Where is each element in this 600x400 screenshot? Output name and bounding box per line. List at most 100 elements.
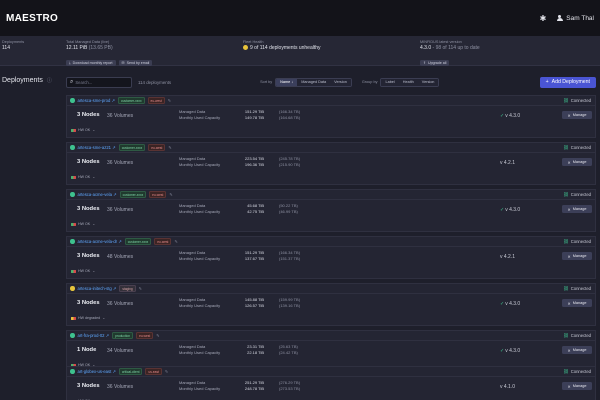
link-icon: ⛓	[563, 368, 569, 374]
upgrade-all-button[interactable]: ⇪ Upgrade all	[420, 60, 450, 66]
edit-tags-icon[interactable]: ✎	[156, 333, 159, 338]
manage-button[interactable]: ✕ Manage	[562, 205, 592, 213]
deployment-tag[interactable]: eu-west	[154, 238, 172, 245]
group-option-health[interactable]: Health	[398, 78, 418, 86]
hardware-flag-icon	[71, 269, 76, 273]
volume-count: 34 Volumes	[107, 347, 134, 354]
card-body: 3 Nodes 36 Volumes Managed Data Monthly Use…	[67, 377, 595, 397]
node-count: 3 Nodes	[77, 206, 100, 212]
check-icon: ✓	[500, 112, 505, 119]
hardware-status[interactable]: HW OK⌄	[71, 222, 95, 226]
hardware-status[interactable]: HW OK⌄	[71, 175, 95, 179]
deployment-tag[interactable]: customer-xxxx	[118, 144, 146, 151]
manage-label: Manage	[572, 384, 587, 388]
connection-status-text: Connected	[570, 286, 591, 291]
sort-option-managed-data[interactable]: Managed Data	[297, 78, 331, 86]
manage-button[interactable]: ✕ Manage	[562, 158, 592, 166]
version-badge: v 4.2.1	[500, 160, 515, 166]
manage-button[interactable]: ✕ Manage	[562, 299, 592, 307]
deployment-name-link[interactable]: artesca-initech-stg ↗	[78, 286, 117, 291]
deployment-tag[interactable]: eu-west	[147, 97, 165, 104]
node-count: 3 Nodes	[77, 383, 100, 389]
manage-button[interactable]: ✕ Manage	[562, 382, 592, 390]
deployment-tag[interactable]: production	[112, 332, 134, 339]
metric-labels: Managed Data Monthly Used Capacity	[179, 380, 220, 392]
edit-tags-icon[interactable]: ✎	[168, 98, 171, 103]
send-email-button[interactable]: ✉ Send by email	[118, 60, 153, 66]
capacity-tb: (151.37 TB)	[279, 256, 301, 261]
sort-option-version[interactable]: Version	[330, 78, 351, 86]
stat-latest-version: MINFIDUS latest version 4.3.0 - 98 of 11…	[420, 40, 480, 69]
card-header: art-fra-prod-02 ↗ production eu-west ✎ ⛓ Conn…	[67, 331, 595, 341]
volume-count: 36 Volumes	[107, 206, 134, 213]
connection-status-text: Connected	[570, 145, 591, 150]
group-option-label[interactable]: Label	[381, 78, 399, 86]
search-icon: ⌕	[70, 78, 74, 85]
deployment-name-link[interactable]: art-fra-prod-02 ↗	[78, 333, 110, 338]
user-menu[interactable]: Sam Thal	[556, 14, 594, 22]
metric-values: 251.29 TiB 248.78 TiB	[234, 380, 264, 392]
metric-values-tb: (276.29 TB) (273.53 TB)	[279, 380, 300, 392]
edit-tags-icon[interactable]: ✎	[165, 369, 168, 374]
manage-label: Manage	[572, 160, 587, 164]
deployment-tag[interactable]: us-east	[145, 368, 162, 375]
connection-status-text: Connected	[570, 192, 591, 197]
deployment-tag[interactable]: customer-xxxx	[118, 97, 145, 104]
search-input[interactable]	[75, 79, 128, 85]
metric-values-tb: (166.34 TB) (151.37 TB)	[279, 250, 300, 262]
deployment-name-link[interactable]: art-globex-us-east ↗	[78, 369, 116, 374]
capacity-value: 248.78 TiB	[244, 386, 264, 391]
edit-tags-icon[interactable]: ✎	[169, 192, 172, 197]
add-deployment-button[interactable]: + Add Deployment	[539, 76, 596, 88]
stat-managed-data: Total Managed Data (live) 12.11 PiB (13.…	[66, 40, 155, 69]
warning-icon	[243, 45, 248, 51]
wrench-icon: ✕	[567, 160, 571, 165]
edit-tags-icon[interactable]: ✎	[139, 286, 142, 291]
hardware-status[interactable]: HW degraded ⌄	[71, 316, 105, 320]
deployment-tag[interactable]: staging	[119, 285, 136, 292]
gear-icon[interactable]: ✱	[540, 14, 547, 23]
deployment-tag[interactable]: eu-west	[149, 191, 167, 198]
edit-tags-icon[interactable]: ✎	[174, 239, 177, 244]
edit-tags-icon[interactable]: ✎	[168, 145, 171, 150]
download-report-button[interactable]: ⤓ Download monthly report	[66, 60, 116, 66]
metric-values: 223.54 TiB 196.36 TiB	[234, 156, 264, 168]
capacity-tb: (164.68 TB)	[279, 115, 301, 120]
node-count: 3 Nodes	[77, 300, 100, 306]
capacity-tb: (139.16 TB)	[279, 303, 301, 308]
add-deployment-label: Add Deployment	[551, 79, 590, 85]
hardware-status[interactable]: HW OK⌄	[71, 269, 95, 273]
status-dot	[70, 98, 75, 103]
version-badge: ✓v 4.3.0	[500, 301, 520, 307]
connection-status: ⛓ Connected	[563, 192, 591, 198]
deployment-tag[interactable]: customer-xxxx	[119, 191, 147, 198]
volume-count: 36 Volumes	[107, 300, 134, 307]
download-report-label: Download monthly report	[72, 61, 113, 65]
metric-labels: Managed Data Monthly Used Capacity	[179, 203, 220, 215]
group-option-version[interactable]: Version	[417, 78, 439, 86]
manage-button[interactable]: ✕ Manage	[562, 111, 592, 119]
top-bar: MAESTRO ✱ Sam Thal	[0, 0, 600, 36]
manage-button[interactable]: ✕ Manage	[562, 252, 592, 260]
search-box[interactable]: ⌕	[66, 76, 132, 88]
deployment-tag[interactable]: customer-xxxx	[124, 238, 152, 245]
manage-button[interactable]: ✕ Manage	[562, 346, 592, 354]
sort-option-name[interactable]: Name ↓	[276, 78, 298, 86]
deployment-name-link[interactable]: artesca-sme-az21 ↗	[78, 145, 116, 150]
card-body: 1 Node 34 Volumes Managed Data Monthly Used…	[67, 341, 595, 361]
deployment-tag[interactable]: eu-west	[136, 332, 154, 339]
deployment-name-link[interactable]: artesca-acme-vela ↗	[78, 192, 117, 197]
card-body: 3 Nodes 36 Volumes Managed Data Monthly Use…	[67, 153, 595, 173]
info-icon[interactable]: ⓘ	[47, 77, 52, 84]
deployment-card: artesca-sme-prod ↗ customer-xxxx eu-west ✎ ⛓…	[66, 95, 596, 138]
deployment-name-link[interactable]: artesca-acme-vela-dr ↗	[78, 239, 122, 244]
hardware-status[interactable]: HW OK⌄	[71, 128, 95, 132]
app-logo[interactable]: MAESTRO	[6, 13, 58, 24]
deployment-tag[interactable]: critical-client	[118, 368, 143, 375]
download-icon: ⤓	[69, 61, 71, 65]
deployment-card: artesca-initech-stg ↗ staging ✎ ⛓ Connected 3…	[66, 283, 596, 326]
deployment-tag[interactable]: eu-west	[148, 144, 166, 151]
fleet-value[interactable]: 9 of 114 deployments unhealthy	[250, 45, 321, 51]
deployment-name-link[interactable]: artesca-sme-prod ↗	[78, 98, 116, 103]
card-body: 3 Nodes 36 Volumes Managed Data Monthly Use…	[67, 200, 595, 220]
